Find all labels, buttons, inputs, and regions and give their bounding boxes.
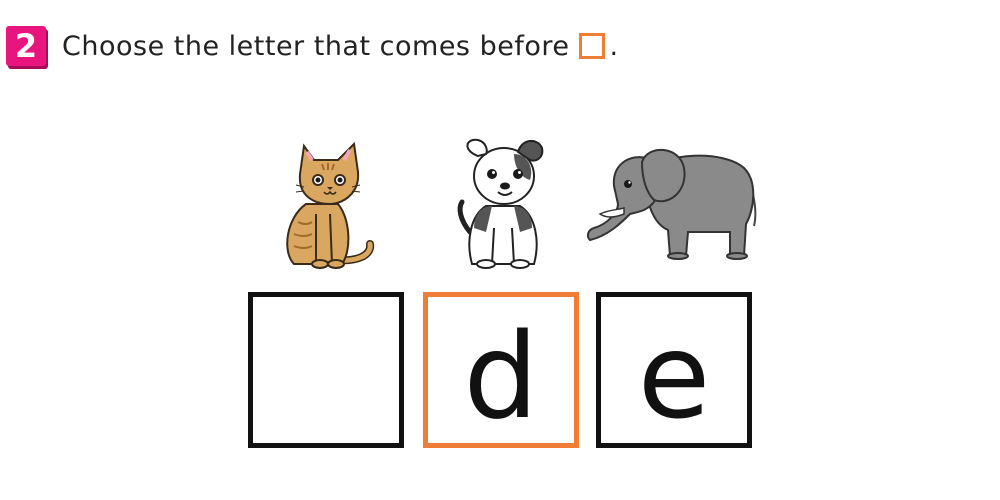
- prompt-period: .: [609, 30, 619, 62]
- letter-box-letter: e: [637, 307, 711, 445]
- letter-box-third[interactable]: e: [596, 292, 752, 448]
- dog-icon: [457, 138, 544, 269]
- prompt-blank-box-icon: [579, 33, 606, 59]
- question-prompt: Choose the letter that comes before .: [62, 28, 619, 64]
- cat-icon: [286, 141, 375, 269]
- letter-box-letter: d: [463, 307, 539, 445]
- letter-box-blank[interactable]: [248, 292, 404, 448]
- question-number-badge: 2: [6, 26, 46, 66]
- letter-box-highlighted[interactable]: d: [423, 292, 579, 448]
- prompt-text: Choose the letter that comes before: [62, 30, 570, 62]
- elephant-icon: [586, 148, 757, 260]
